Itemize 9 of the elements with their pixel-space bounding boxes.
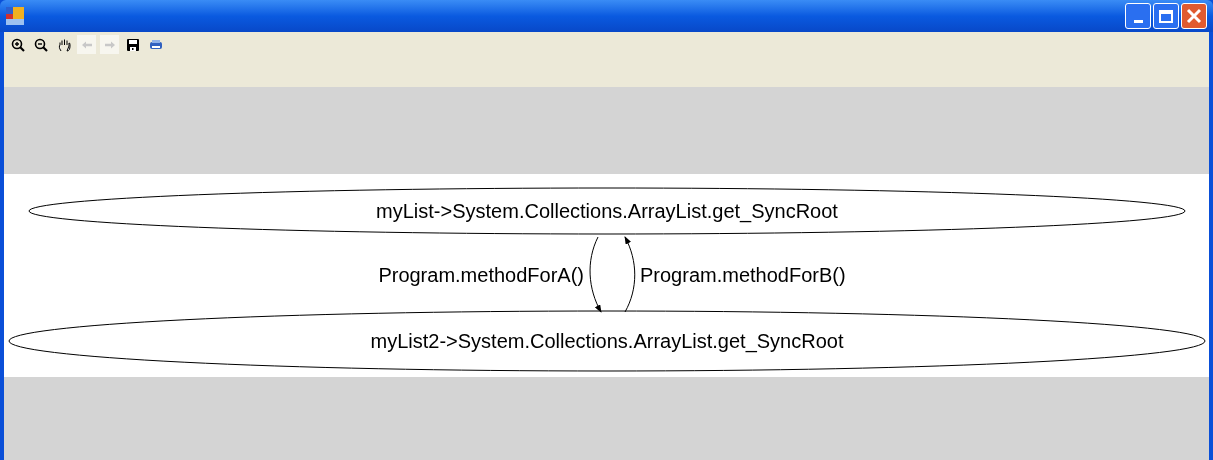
- close-button[interactable]: [1181, 3, 1207, 29]
- minimize-button[interactable]: [1125, 3, 1151, 29]
- edge-label: Program.methodForB(): [640, 264, 846, 286]
- close-icon: [1186, 8, 1202, 24]
- node-label: myList->System.Collections.ArrayList.get_SyncRoot: [376, 200, 838, 222]
- edge-label: Program.methodForA(): [378, 264, 584, 286]
- app-icon: [6, 7, 24, 25]
- maximize-button[interactable]: [1153, 3, 1179, 29]
- node-label: myList2->System.Collections.ArrayList.get_SyncRoot: [370, 330, 844, 352]
